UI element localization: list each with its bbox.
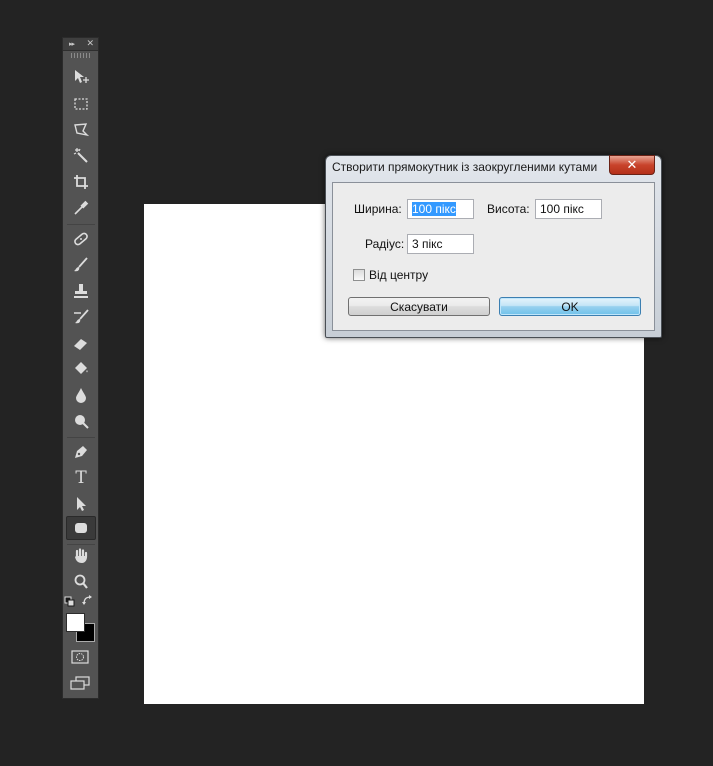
quick-mask-icon[interactable]	[71, 650, 89, 664]
paint-bucket-tool[interactable]	[66, 358, 96, 380]
height-label: Висота:	[487, 202, 530, 216]
rounded-rect-icon	[75, 523, 87, 533]
collapse-icon[interactable]: ▸▸	[69, 38, 75, 50]
dialog-title: Створити прямокутник із заокругленими ку…	[332, 160, 598, 174]
polygonal-lasso-icon	[74, 123, 90, 137]
brush-icon	[74, 257, 88, 272]
eraser-icon	[74, 339, 87, 350]
close-panel-icon[interactable]: ✕	[86, 38, 94, 50]
default-colors-icon[interactable]	[64, 596, 76, 608]
swap-colors-icon[interactable]	[82, 595, 94, 607]
type-tool[interactable]: T	[66, 467, 96, 489]
stamp-icon	[74, 284, 88, 298]
radius-label: Радіус:	[365, 237, 405, 251]
tool-separator	[67, 224, 95, 225]
rect-marquee-icon	[74, 98, 88, 110]
radius-input[interactable]: 3 пікс	[407, 234, 474, 254]
bandage-icon	[74, 232, 88, 246]
rounded-rectangle-tool[interactable]	[66, 516, 96, 540]
zoom-tool[interactable]	[66, 571, 96, 593]
path-selection-tool[interactable]	[66, 493, 96, 515]
dialog-body: Ширина: 100 пікс Висота: 100 пікс Радіус…	[332, 182, 655, 331]
history-brush-icon	[74, 309, 89, 324]
width-value: 100 пікс	[412, 202, 456, 216]
eyedropper-tool[interactable]	[66, 197, 96, 219]
blur-tool[interactable]	[66, 384, 96, 406]
radius-value: 3 пікс	[412, 237, 443, 251]
pen-tool[interactable]	[66, 441, 96, 463]
magic-wand-icon	[73, 148, 88, 163]
drop-icon	[76, 388, 86, 403]
lasso-tool[interactable]	[66, 119, 96, 141]
arrow-icon	[77, 497, 86, 511]
cancel-button[interactable]: Скасувати	[348, 297, 490, 316]
brush-tool[interactable]	[66, 254, 96, 276]
dodge-tool[interactable]	[66, 410, 96, 432]
eraser-tool[interactable]	[66, 332, 96, 354]
ok-button[interactable]: OK	[499, 297, 641, 316]
bucket-icon	[75, 362, 88, 374]
move-tool[interactable]	[66, 66, 96, 88]
width-input[interactable]: 100 пікс	[407, 199, 474, 219]
hand-tool[interactable]	[66, 545, 96, 567]
from-center-checkbox[interactable]	[353, 269, 365, 281]
close-icon: ✕	[626, 157, 638, 173]
move-icon	[75, 70, 89, 83]
magic-wand-tool[interactable]	[66, 145, 96, 167]
pen-icon	[75, 446, 87, 458]
clone-stamp-tool[interactable]	[66, 280, 96, 302]
height-value: 100 пікс	[540, 202, 584, 216]
healing-brush-tool[interactable]	[66, 228, 96, 250]
width-label: Ширина:	[354, 202, 402, 216]
dodge-icon	[75, 415, 89, 429]
history-brush-tool[interactable]	[66, 306, 96, 328]
tool-separator	[67, 437, 95, 438]
marquee-tool[interactable]	[66, 93, 96, 115]
crop-tool[interactable]	[66, 171, 96, 193]
tools-panel-header[interactable]: ▸▸ ✕	[63, 38, 98, 51]
height-input[interactable]: 100 пікс	[535, 199, 602, 219]
type-icon: T	[75, 468, 87, 488]
screen-mode-icon[interactable]	[70, 676, 90, 690]
from-center-label[interactable]: Від центру	[369, 268, 428, 282]
crop-icon	[74, 175, 88, 189]
panel-grip[interactable]	[71, 53, 90, 58]
eyedropper-icon	[74, 200, 89, 215]
hand-icon	[75, 548, 88, 563]
dialog-close-button[interactable]: ✕	[609, 155, 655, 175]
foreground-color-swatch[interactable]	[66, 613, 85, 632]
rounded-rectangle-dialog: Створити прямокутник із заокругленими ку…	[325, 155, 662, 338]
zoom-icon	[74, 574, 88, 589]
